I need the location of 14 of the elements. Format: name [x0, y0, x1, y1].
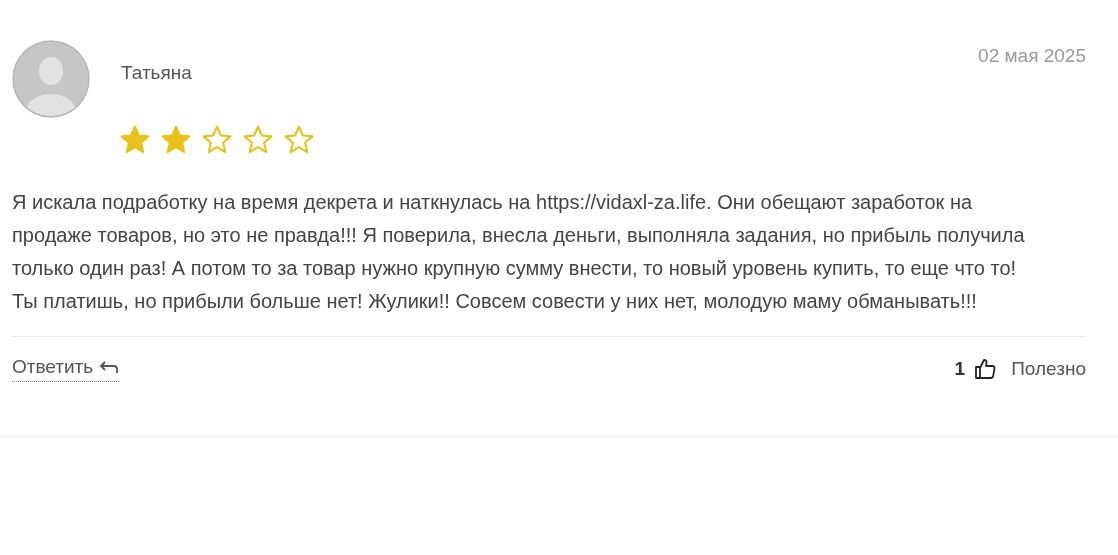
avatar-icon [12, 40, 90, 118]
like-count: 1 [954, 357, 966, 380]
empty-star-icon [201, 124, 233, 156]
empty-star-icon [283, 124, 315, 156]
filled-star-icon [160, 124, 192, 156]
review-text: Я искала подработку на время декрета и наткнулась на https://vidaxl-za.life. Они обещают заработок на продаже товаров, но это не правда!!! Я поверила, внесла деньги, выполняла задания, но прибыль получила только один раз! А потом то за товар нужно крупную сумму внести, то новый уровень купить, то еще что то! Ты платишь, но прибыли больше нет! Жулики!! Совсем совести у них нет, молодую маму обманывать!!! [12, 190, 1026, 314]
author-name: Татьяна [121, 62, 193, 84]
filled-star-icon [119, 124, 151, 156]
empty-star-icon [242, 124, 274, 156]
reply-arrow-icon [99, 359, 120, 375]
thumbs-up-icon[interactable] [973, 356, 998, 381]
helpful-label[interactable]: Полезно [1011, 357, 1086, 380]
review-date: 02 мая 2025 [978, 44, 1086, 67]
reply-link[interactable]: Ответить [12, 355, 120, 382]
